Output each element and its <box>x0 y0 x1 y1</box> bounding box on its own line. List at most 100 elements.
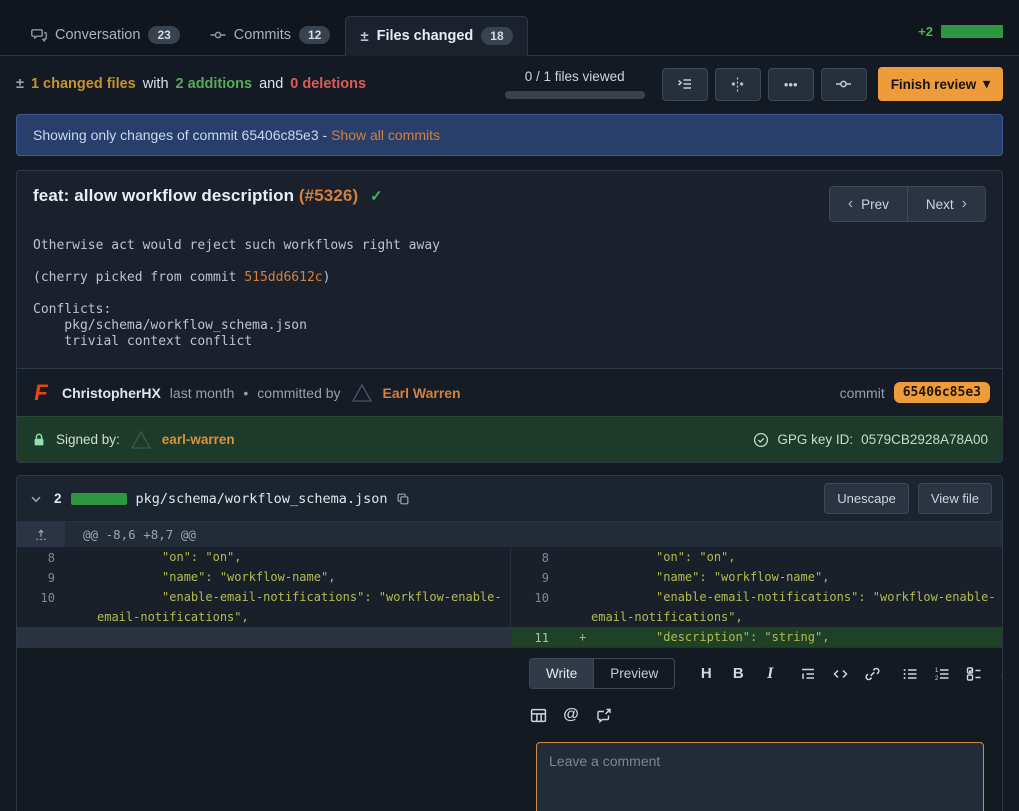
unescape-button[interactable]: Unescape <box>824 483 909 514</box>
inline-comment-row: Write Preview H B I <box>17 647 1002 811</box>
view-file-button[interactable]: View file <box>918 483 992 514</box>
file-tree-toggle-button[interactable] <box>662 68 708 101</box>
commit-body-line: Otherwise act would reject such workflow… <box>33 238 986 254</box>
added-line-marker: + <box>579 627 586 647</box>
files-viewed-bar <box>505 91 645 99</box>
summary-deletions: 0 deletions <box>290 76 366 92</box>
lock-icon <box>31 432 47 448</box>
quote-button[interactable] <box>799 664 817 684</box>
summary-and: and <box>259 76 283 92</box>
mention-button[interactable]: @ <box>562 705 580 725</box>
table-button[interactable] <box>529 705 547 725</box>
comment-editor: Write Preview H B I <box>511 648 1003 811</box>
bold-button[interactable]: B <box>729 664 747 684</box>
tab-commits-count: 12 <box>299 26 330 44</box>
issue-number-link[interactable]: (#5326) <box>299 186 358 205</box>
collapse-file-icon[interactable] <box>27 490 45 508</box>
signer-name-link[interactable]: earl-warren <box>162 432 235 447</box>
gpg-key-value: 0579CB2928A78A00 <box>861 432 988 447</box>
dot-separator: • <box>243 385 248 401</box>
changed-files-link[interactable]: 1 changed files <box>31 76 136 92</box>
file-diff-box: 2 pkg/schema/workflow_schema.json Unesca… <box>16 475 1003 811</box>
commit-status-check-icon: ✓ <box>370 188 383 205</box>
diff-line[interactable]: 8 "on": "on", <box>511 547 1002 567</box>
gpg-key-label: GPG key ID: <box>777 432 853 447</box>
preview-tab[interactable]: Preview <box>593 659 674 688</box>
diff-hunk-row: @@ -8,6 +8,7 @@ <box>17 521 1002 547</box>
commit-time: last month <box>170 385 235 401</box>
commit-title: feat: allow workflow description (#5326)… <box>33 186 383 206</box>
diff-line-added[interactable]: 11 + "description": "string", <box>511 627 1002 647</box>
tab-files-changed-count: 18 <box>481 27 512 45</box>
commit-label: commit <box>840 385 885 401</box>
banner-text: Showing only changes of commit 65406c85e… <box>33 127 327 143</box>
chevron-left-icon: ‹ <box>848 195 853 213</box>
author-name-link[interactable]: ChristopherHX <box>62 385 161 401</box>
additions-count: +2 <box>918 24 933 39</box>
editor-mode-tabs: Write Preview <box>529 658 675 689</box>
cherry-pick-sha-link[interactable]: 515dd6612c <box>244 270 322 285</box>
show-all-commits-link[interactable]: Show all commits <box>331 127 440 143</box>
diffstat-bar <box>941 25 1003 38</box>
file-change-count: 2 <box>54 491 62 506</box>
code-button[interactable] <box>831 664 849 684</box>
commit-select-button[interactable] <box>821 68 867 101</box>
expand-hunk-button[interactable] <box>17 522 65 547</box>
reference-button[interactable] <box>595 705 613 725</box>
files-viewed-label: 0 / 1 files viewed <box>525 69 625 84</box>
tab-files-changed-label: Files changed <box>377 28 474 44</box>
diff-pane-new: 8 "on": "on", 9 "name": "workflow-name",… <box>511 547 1002 647</box>
comment-textarea[interactable] <box>536 742 984 811</box>
split-view-toggle-button[interactable] <box>715 68 761 101</box>
tab-commits-label: Commits <box>234 27 291 43</box>
copy-path-icon[interactable] <box>396 492 410 506</box>
italic-button[interactable]: I <box>761 664 779 684</box>
next-commit-button[interactable]: Next › <box>907 187 985 221</box>
tab-conversation[interactable]: Conversation 23 <box>16 15 195 55</box>
undo-button[interactable]: ← <box>997 664 1003 684</box>
commit-author-row: F ChristopherHX last month • committed b… <box>17 368 1002 416</box>
ellipsis-icon: ••• <box>784 77 798 92</box>
write-tab[interactable]: Write <box>530 659 593 688</box>
summary-with: with <box>143 76 169 92</box>
conversation-icon <box>31 27 47 43</box>
prev-commit-button[interactable]: ‹ Prev <box>830 187 907 221</box>
tab-conversation-count: 23 <box>148 26 179 44</box>
chevron-right-icon: › <box>962 195 967 213</box>
svg-text:1: 1 <box>935 668 939 674</box>
more-options-button[interactable]: ••• <box>768 68 814 101</box>
pr-tab-bar: Conversation 23 Commits 12 ± Files chang… <box>0 0 1019 56</box>
svg-text:2: 2 <box>935 676 939 682</box>
author-avatar[interactable]: F <box>29 381 53 405</box>
diff-pane-old: 8 "on": "on", 9 "name": "workflow-name",… <box>17 547 511 647</box>
summary-additions: 2 additions <box>176 76 253 92</box>
fold-up-icon <box>34 528 48 542</box>
committer-name-link[interactable]: Earl Warren <box>383 385 461 401</box>
numbered-list-button[interactable]: 1 2 <box>933 664 951 684</box>
link-button[interactable] <box>863 664 881 684</box>
diff-line[interactable]: 9 "name": "workflow-name", <box>511 567 1002 587</box>
tab-commits[interactable]: Commits 12 <box>195 15 346 55</box>
diff-line[interactable]: 9 "name": "workflow-name", <box>17 567 510 587</box>
tab-conversation-label: Conversation <box>55 27 140 43</box>
commit-signed-row: Signed by: earl-warren GPG key ID: 0579C… <box>17 416 1002 462</box>
file-name: pkg/schema/workflow_schema.json <box>136 491 388 507</box>
signer-avatar[interactable] <box>129 428 153 452</box>
gpg-key-info: GPG key ID: 0579CB2928A78A00 <box>753 432 988 448</box>
task-list-button[interactable] <box>965 664 983 684</box>
commit-sha-badge[interactable]: 65406c85e3 <box>894 382 990 403</box>
diff-line[interactable]: 10 "enable-email-notifications": "workfl… <box>511 587 1002 627</box>
hunk-header-text: @@ -8,6 +8,7 @@ <box>65 522 196 547</box>
split-view-icon <box>729 76 746 92</box>
bullet-list-button[interactable] <box>901 664 919 684</box>
commit-icon <box>835 76 852 92</box>
diff-line[interactable]: 8 "on": "on", <box>17 547 510 567</box>
heading-button[interactable]: H <box>697 664 715 684</box>
commit-nav-group: ‹ Prev Next › <box>829 186 986 222</box>
commit-conflicts-block: Conflicts: pkg/schema/workflow_schema.js… <box>33 302 986 350</box>
tab-files-changed[interactable]: ± Files changed 18 <box>345 16 527 56</box>
finish-review-button[interactable]: Finish review ▾ <box>878 67 1003 101</box>
verified-icon <box>753 432 769 448</box>
diff-line[interactable]: 10 "enable-email-notifications": "workfl… <box>17 587 510 627</box>
committer-avatar[interactable] <box>350 381 374 405</box>
